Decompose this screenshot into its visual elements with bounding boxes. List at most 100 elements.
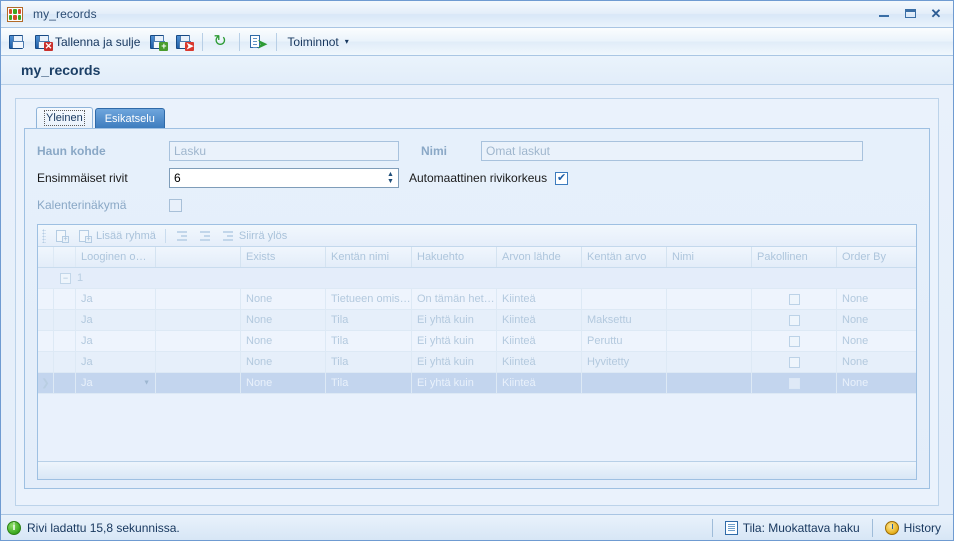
cell-exists[interactable]: None: [241, 373, 326, 393]
cell-hakuehto[interactable]: Ei yhtä kuin: [412, 310, 497, 330]
save-and-close-button[interactable]: ✕ Tallenna ja sulje: [31, 30, 144, 54]
row-indicator[interactable]: ❯: [38, 373, 54, 393]
save-and-new-button[interactable]: +: [146, 30, 170, 54]
cell-blank[interactable]: [156, 331, 241, 351]
export-button[interactable]: ➤: [246, 30, 270, 54]
stepper-down-icon[interactable]: ▼: [387, 178, 394, 185]
pakollinen-checkbox[interactable]: [788, 335, 800, 347]
cell-looginen[interactable]: Ja: [76, 352, 156, 372]
cell-blank[interactable]: [156, 352, 241, 372]
column-header-exists[interactable]: Exists: [241, 247, 326, 267]
stepper-buttons[interactable]: ▲ ▼: [383, 169, 398, 187]
status-mode-item[interactable]: Tila: Muokattava haku: [719, 520, 866, 535]
cell-order-by[interactable]: None: [837, 310, 916, 330]
cell-arvon-lahde[interactable]: Kiinteä: [497, 331, 582, 351]
refresh-button[interactable]: ↻: [209, 30, 233, 54]
cell-kentan-nimi[interactable]: Tietueen omis…: [326, 289, 412, 309]
automaattinen-rivikorkeus-checkbox[interactable]: [555, 171, 569, 185]
cell-kentan-nimi[interactable]: Tila: [326, 310, 412, 330]
cell-looginen[interactable]: Ja: [76, 289, 156, 309]
cell-nimi[interactable]: [667, 289, 752, 309]
cell-order-by[interactable]: None: [837, 331, 916, 351]
cell-order-by[interactable]: None: [837, 373, 916, 393]
pakollinen-checkbox[interactable]: [788, 314, 800, 326]
row-indicator[interactable]: [38, 331, 54, 351]
column-header-blank[interactable]: [156, 247, 241, 267]
toolbar-grip[interactable]: [42, 228, 46, 243]
cell-blank[interactable]: [156, 373, 241, 393]
column-header-arvon-lahde[interactable]: Arvon lähde: [497, 247, 582, 267]
nimi-field[interactable]: Omat laskut: [481, 141, 863, 161]
table-row[interactable]: Ja None Tietueen omis… On tämän het… Kii…: [38, 289, 916, 310]
cell-kentan-arvo[interactable]: Hyvitetty: [582, 352, 667, 372]
cell-order-by[interactable]: None: [837, 352, 916, 372]
column-header-looginen[interactable]: Looginen o…: [76, 247, 156, 267]
cell-pakollinen[interactable]: [752, 331, 837, 351]
maximize-button[interactable]: [897, 3, 923, 24]
stepper-up-icon[interactable]: ▲: [387, 171, 394, 178]
save-button[interactable]: [5, 30, 29, 54]
cell-exists[interactable]: None: [241, 310, 326, 330]
row-indicator[interactable]: [38, 310, 54, 330]
table-row[interactable]: Ja None Tila Ei yhtä kuin Kiinteä Makset…: [38, 310, 916, 331]
cell-looginen[interactable]: Ja: [76, 331, 156, 351]
table-row[interactable]: Ja None Tila Ei yhtä kuin Kiinteä Perutt…: [38, 331, 916, 352]
cell-kentan-nimi[interactable]: Tila: [326, 373, 412, 393]
cell-arvon-lahde[interactable]: Kiinteä: [497, 310, 582, 330]
pakollinen-checkbox[interactable]: [788, 377, 800, 389]
column-header-hakuehto[interactable]: Hakuehto: [412, 247, 497, 267]
add-row-button[interactable]: +: [52, 227, 72, 245]
cell-kentan-arvo[interactable]: [582, 373, 667, 393]
cell-pakollinen[interactable]: [752, 373, 837, 393]
outdent-button[interactable]: [172, 227, 192, 245]
cell-looginen[interactable]: Ja ▼: [76, 373, 156, 393]
column-header-order-by[interactable]: Order By: [837, 247, 916, 267]
cell-pakollinen[interactable]: [752, 310, 837, 330]
cell-kentan-arvo[interactable]: Peruttu: [582, 331, 667, 351]
minimize-button[interactable]: [871, 3, 897, 24]
cell-nimi[interactable]: [667, 373, 752, 393]
column-header-pakollinen[interactable]: Pakollinen: [752, 247, 837, 267]
cell-exists[interactable]: None: [241, 331, 326, 351]
cell-kentan-nimi[interactable]: Tila: [326, 331, 412, 351]
cell-hakuehto[interactable]: On tämän het…: [412, 289, 497, 309]
column-header-kentan-nimi[interactable]: Kentän nimi: [326, 247, 412, 267]
cell-arvon-lahde[interactable]: Kiinteä: [497, 373, 582, 393]
cell-blank[interactable]: [156, 289, 241, 309]
kalenterinakyma-checkbox[interactable]: [169, 198, 182, 212]
pakollinen-checkbox[interactable]: [788, 356, 800, 368]
cell-pakollinen[interactable]: [752, 289, 837, 309]
column-header-kentan-arvo[interactable]: Kentän arvo: [582, 247, 667, 267]
history-button[interactable]: History: [879, 520, 947, 535]
table-row[interactable]: ❯ Ja ▼ None Tila Ei yhtä kuin Kiinteä No…: [38, 373, 916, 394]
cell-nimi[interactable]: [667, 331, 752, 351]
cell-kentan-nimi[interactable]: Tila: [326, 352, 412, 372]
tab-esikatselu[interactable]: Esikatselu: [94, 108, 165, 128]
cell-exists[interactable]: None: [241, 352, 326, 372]
cell-exists[interactable]: None: [241, 289, 326, 309]
cell-arvon-lahde[interactable]: Kiinteä: [497, 289, 582, 309]
tab-yleinen[interactable]: Yleinen: [36, 107, 93, 128]
actions-menu-button[interactable]: Toiminnot ▾: [283, 30, 352, 54]
collapse-icon[interactable]: −: [60, 272, 71, 284]
column-header-nimi[interactable]: Nimi: [667, 247, 752, 267]
chevron-down-icon[interactable]: ▼: [143, 380, 150, 387]
move-up-button[interactable]: Siirrä ylös: [218, 227, 290, 245]
add-group-button[interactable]: + Lisää ryhmä: [75, 227, 159, 245]
cell-blank[interactable]: [156, 310, 241, 330]
save-and-export-button[interactable]: ➤: [172, 30, 196, 54]
pakollinen-checkbox[interactable]: [788, 293, 800, 305]
ensimmaiset-rivit-stepper[interactable]: ▲ ▼: [169, 168, 399, 188]
grid-group-row[interactable]: − 1: [38, 268, 916, 289]
cell-nimi[interactable]: [667, 352, 752, 372]
haun-kohde-field[interactable]: Lasku: [169, 141, 399, 161]
cell-kentan-arvo[interactable]: [582, 289, 667, 309]
cell-hakuehto[interactable]: Ei yhtä kuin: [412, 352, 497, 372]
row-indicator[interactable]: [38, 289, 54, 309]
cell-arvon-lahde[interactable]: Kiinteä: [497, 352, 582, 372]
cell-order-by[interactable]: None: [837, 289, 916, 309]
ensimmaiset-rivit-input[interactable]: [170, 169, 383, 187]
indent-button[interactable]: [195, 227, 215, 245]
cell-kentan-arvo[interactable]: Maksettu: [582, 310, 667, 330]
cell-hakuehto[interactable]: Ei yhtä kuin: [412, 331, 497, 351]
